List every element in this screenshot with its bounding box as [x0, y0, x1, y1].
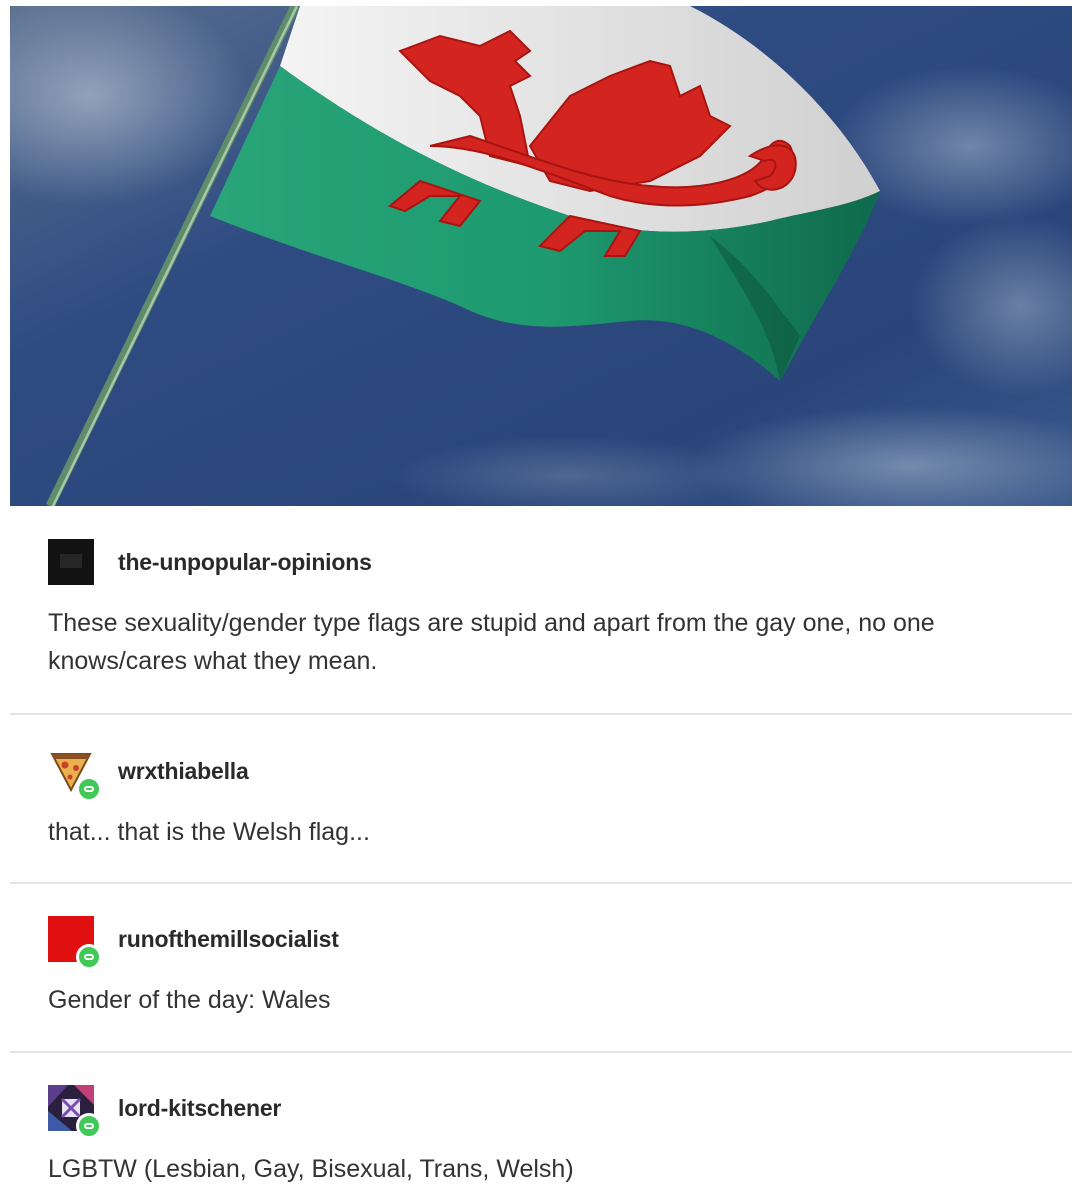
username[interactable]: lord-kitschener [118, 1095, 281, 1122]
post-header: wrxthiabella [48, 748, 249, 802]
avatar[interactable] [48, 748, 102, 802]
username[interactable]: the-unpopular-opinions [118, 549, 372, 576]
divider [10, 1051, 1072, 1053]
post-text: Gender of the day: Wales [48, 986, 331, 1014]
welsh-flag-image [10, 6, 1072, 506]
divider [10, 882, 1072, 884]
follow-badge-icon[interactable] [76, 1113, 102, 1139]
divider [10, 713, 1072, 715]
follow-badge-icon[interactable] [76, 776, 102, 802]
dark-square-avatar-icon [48, 539, 94, 585]
username[interactable]: wrxthiabella [118, 758, 249, 785]
post-header: lord-kitschener [48, 1085, 281, 1139]
post-header: runofthemillsocialist [48, 916, 339, 970]
username[interactable]: runofthemillsocialist [118, 926, 339, 953]
avatar[interactable] [48, 1085, 102, 1139]
post-text: LGBTW (Lesbian, Gay, Bisexual, Trans, We… [48, 1155, 574, 1183]
avatar[interactable] [48, 539, 94, 585]
post-text: that... that is the Welsh flag... [48, 818, 370, 846]
avatar[interactable] [48, 916, 102, 970]
post-text: These sexuality/gender type flags are st… [48, 609, 935, 675]
post-header: the-unpopular-opinions [48, 539, 372, 585]
follow-badge-icon[interactable] [76, 944, 102, 970]
welsh-flag-illustration [10, 6, 1072, 506]
